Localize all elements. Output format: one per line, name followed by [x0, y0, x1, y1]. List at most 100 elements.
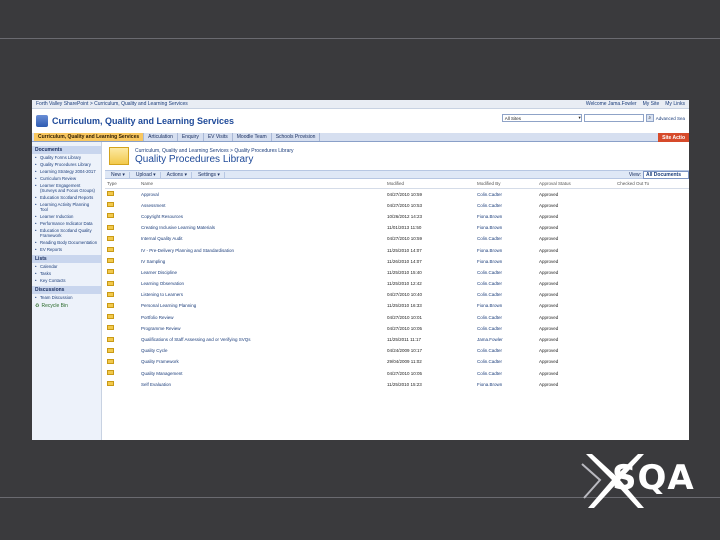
- nav-item[interactable]: Curriculum Review: [32, 175, 101, 182]
- table-row[interactable]: IV - Pre-Delivery Planning and Standardi…: [105, 244, 689, 255]
- modified-by-link[interactable]: Colin.Cadter: [475, 189, 537, 200]
- modified-by-link[interactable]: Colin.Cadter: [475, 233, 537, 244]
- document-name-link[interactable]: IV Sampling: [139, 256, 385, 267]
- nav-item[interactable]: Quality Forms Library: [32, 154, 101, 161]
- nav-item[interactable]: Learner Induction: [32, 213, 101, 220]
- document-name-link[interactable]: Learner Discipline: [139, 267, 385, 278]
- column-header-approval-status[interactable]: Approval Status: [537, 179, 615, 189]
- view-select[interactable]: All Documents: [643, 171, 689, 179]
- nav-item[interactable]: Learning Activity Planning Tool: [32, 201, 101, 213]
- modified-by-link[interactable]: Fiona.Brown: [475, 379, 537, 390]
- document-name-link[interactable]: Self Evaluation: [139, 379, 385, 390]
- nav-item[interactable]: Education Scotland Reports: [32, 194, 101, 201]
- document-name-link[interactable]: Quality Cycle: [139, 345, 385, 356]
- table-row[interactable]: Portfolio Review 04/27/2010 10:01 Colin.Ca…: [105, 312, 689, 323]
- tab-ev-visits[interactable]: EV Visits: [204, 133, 233, 141]
- tab-enquiry[interactable]: Enquiry: [178, 133, 204, 141]
- table-row[interactable]: Copyright Resources 10/26/2012 14:23 Fiona…: [105, 211, 689, 222]
- modified-by-link[interactable]: Fiona.Brown: [475, 256, 537, 267]
- modified-by-link[interactable]: Colin.Cadter: [475, 345, 537, 356]
- table-row[interactable]: Assessment 04/27/2010 10:53 Colin.Cadter Ap…: [105, 200, 689, 211]
- recycle-bin-link[interactable]: ♻ Recycle Bin: [32, 301, 101, 311]
- nav-item[interactable]: Reading Body Documentation: [32, 239, 101, 246]
- table-row[interactable]: Internal Quality Audit 04/27/2010 10:59 Co…: [105, 233, 689, 244]
- nav-item[interactable]: Learning Strategy 2004-2017: [32, 168, 101, 175]
- nav-group-lists[interactable]: Lists: [32, 255, 101, 263]
- document-name-link[interactable]: Quality Framework: [139, 356, 385, 367]
- breadcrumb[interactable]: Curriculum, Quality and Learning Service…: [135, 148, 294, 154]
- document-name-link[interactable]: Quality Management: [139, 368, 385, 379]
- modified-by-link[interactable]: Fiona.Brown: [475, 222, 537, 233]
- nav-item[interactable]: Tasks: [32, 270, 101, 277]
- table-row[interactable]: Quality Management 04/27/2010 10:05 Colin.…: [105, 368, 689, 379]
- document-name-link[interactable]: Qualifications of Staff Assessing and or…: [139, 334, 385, 345]
- table-row[interactable]: Self Evaluation 11/25/2010 15:23 Fiona.Bro…: [105, 379, 689, 390]
- nav-group-documents[interactable]: Documents: [32, 146, 101, 154]
- site-actions-button[interactable]: Site Actio: [658, 133, 689, 142]
- search-scope-select[interactable]: All Sites ▾: [501, 114, 582, 122]
- table-row[interactable]: Personal Learning Planning 11/25/2010 16:…: [105, 300, 689, 311]
- table-row[interactable]: Learning Observation 11/25/2010 12:42 Coli…: [105, 278, 689, 289]
- nav-item[interactable]: Education Scotland Quality Framework: [32, 227, 101, 239]
- my-links-link[interactable]: My Links: [665, 101, 685, 107]
- search-input[interactable]: [583, 114, 644, 122]
- upload-menu-button[interactable]: Upload ▾: [132, 171, 161, 178]
- nav-item[interactable]: Calendar: [32, 263, 101, 270]
- modified-by-link[interactable]: Colin.Cadter: [475, 356, 537, 367]
- table-row[interactable]: Quality Framework 29/04/2009 11:02 Colin.C…: [105, 356, 689, 367]
- modified-by-link[interactable]: Fiona.Brown: [475, 300, 537, 311]
- nav-item[interactable]: Learner Engagement (Surveys and Focus Gr…: [32, 182, 101, 194]
- table-row[interactable]: Creating Inclusive Learning Materials 11/…: [105, 222, 689, 233]
- document-name-link[interactable]: Personal Learning Planning: [139, 300, 385, 311]
- tab-moodle-team[interactable]: Moodle Team: [233, 133, 272, 141]
- nav-item[interactable]: EV Reports: [32, 246, 101, 253]
- table-row[interactable]: Qualifications of Staff Assessing and or…: [105, 334, 689, 345]
- tab-articulation[interactable]: Articulation: [144, 133, 178, 141]
- global-breadcrumb[interactable]: Forth Valley SharePoint > Curriculum, Qu…: [36, 101, 188, 107]
- modified-by-link[interactable]: Jama.Fowler: [475, 334, 537, 345]
- tab-curriculum[interactable]: Curriculum, Quality and Learning Service…: [34, 133, 145, 141]
- document-name-link[interactable]: Portfolio Review: [139, 312, 385, 323]
- welcome-menu[interactable]: Welcome Jama.Fowler: [586, 101, 637, 107]
- document-name-link[interactable]: Copyright Resources: [139, 211, 385, 222]
- my-site-link[interactable]: My Site: [643, 101, 660, 107]
- table-row[interactable]: Programme Review 04/27/2010 10:05 Colin.Ca…: [105, 323, 689, 334]
- table-row[interactable]: Listening to Learners 04/27/2010 10:40 Col…: [105, 289, 689, 300]
- nav-item[interactable]: Performance Indicator Data: [32, 220, 101, 227]
- modified-by-link[interactable]: Colin.Cadter: [475, 278, 537, 289]
- modified-by-link[interactable]: Colin.Cadter: [475, 200, 537, 211]
- column-header-checked-out-to[interactable]: Checked Out To: [615, 179, 689, 189]
- table-row[interactable]: Approval 04/27/2010 10:59 Colin.Cadter Appr…: [105, 189, 689, 200]
- table-row[interactable]: Quality Cycle 04/24/2009 10:17 Colin.Cadte…: [105, 345, 689, 356]
- column-header-modified-by[interactable]: Modified By: [475, 179, 537, 189]
- nav-group-discussions[interactable]: Discussions: [32, 286, 101, 294]
- nav-item[interactable]: Quality Procedures Library: [32, 161, 101, 168]
- modified-by-link[interactable]: Colin.Cadter: [475, 289, 537, 300]
- table-row[interactable]: IV Sampling 11/26/2010 14:07 Fiona.Brown Ap…: [105, 256, 689, 267]
- document-name-link[interactable]: Learning Observation: [139, 278, 385, 289]
- new-menu-button[interactable]: New ▾: [107, 171, 130, 178]
- nav-item[interactable]: Team Discussion: [32, 294, 101, 301]
- document-name-link[interactable]: Assessment: [139, 200, 385, 211]
- document-name-link[interactable]: Listening to Learners: [139, 289, 385, 300]
- advanced-search-link[interactable]: Advanced Sea: [656, 116, 685, 121]
- table-row[interactable]: Learner Discipline 11/25/2010 15:40 Colin.…: [105, 267, 689, 278]
- nav-item[interactable]: Key Contacts: [32, 277, 101, 284]
- actions-menu-button[interactable]: Actions ▾: [163, 171, 192, 178]
- document-name-link[interactable]: Approval: [139, 189, 385, 200]
- tab-schools-provision[interactable]: Schools Provision: [272, 133, 321, 141]
- column-header-name[interactable]: Name: [139, 179, 385, 189]
- modified-by-link[interactable]: Colin.Cadter: [475, 312, 537, 323]
- modified-by-link[interactable]: Colin.Cadter: [475, 267, 537, 278]
- document-name-link[interactable]: Creating Inclusive Learning Materials: [139, 222, 385, 233]
- search-icon[interactable]: ⌕: [645, 114, 654, 122]
- document-name-link[interactable]: Internal Quality Audit: [139, 233, 385, 244]
- site-title[interactable]: Curriculum, Quality and Learning Service…: [52, 116, 234, 126]
- settings-menu-button[interactable]: Settings ▾: [194, 171, 225, 178]
- modified-by-link[interactable]: Fiona.Brown: [475, 211, 537, 222]
- modified-by-link[interactable]: Fiona.Brown: [475, 244, 537, 255]
- modified-by-link[interactable]: Colin.Cadter: [475, 323, 537, 334]
- document-name-link[interactable]: IV - Pre-Delivery Planning and Standardi…: [139, 244, 385, 255]
- document-name-link[interactable]: Programme Review: [139, 323, 385, 334]
- column-header-type[interactable]: Type: [105, 179, 139, 189]
